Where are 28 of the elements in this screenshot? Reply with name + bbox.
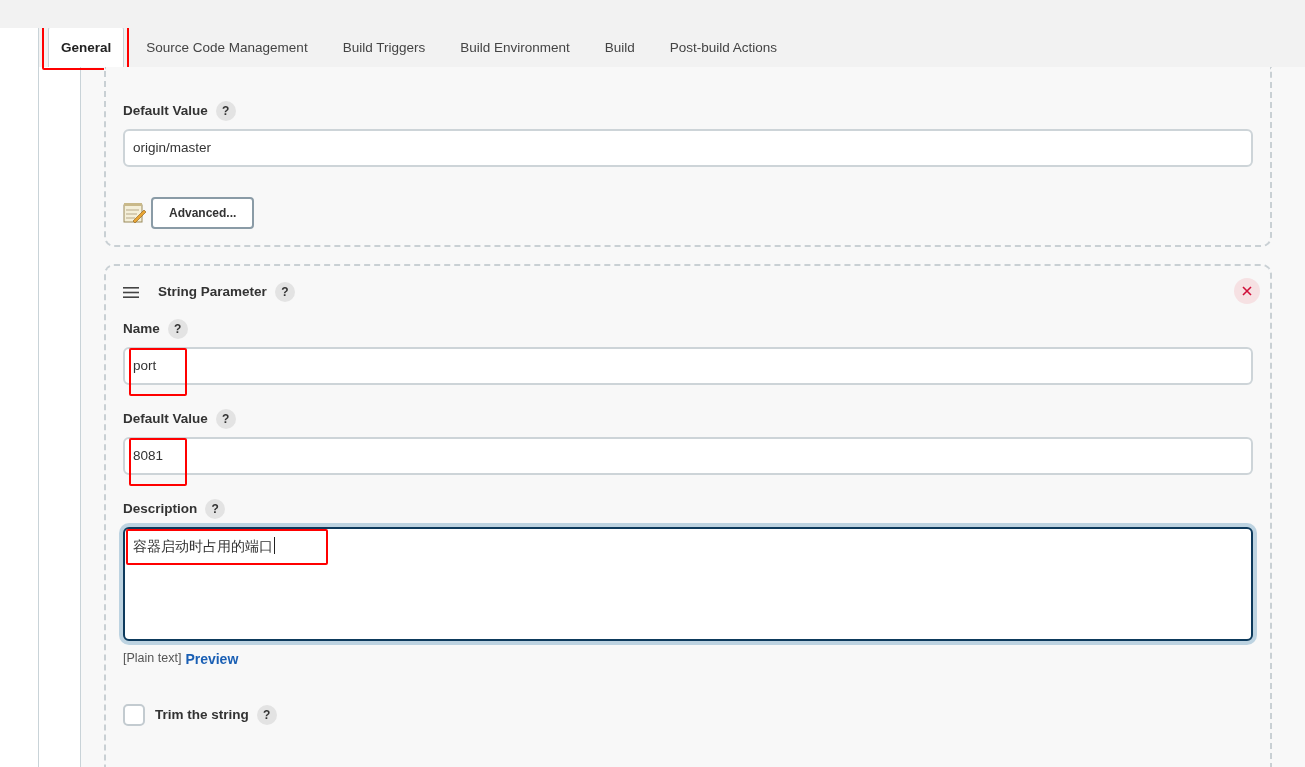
checkbox-label: Trim the string (155, 706, 249, 725)
notepad-pencil-icon (123, 202, 147, 225)
tab[interactable]: Build Environment (447, 28, 583, 67)
checkbox[interactable] (123, 704, 145, 727)
help-icon[interactable]: ? (215, 101, 236, 122)
text-input[interactable]: origin/master (123, 129, 1253, 168)
advanced-button[interactable]: Advanced... (151, 197, 255, 230)
help-icon[interactable]: ? (167, 318, 188, 339)
delete-button[interactable] (1234, 278, 1260, 305)
field-label: Description (123, 500, 198, 518)
field-label: Default Value (123, 409, 208, 428)
help-icon[interactable]: ? (274, 282, 295, 303)
help-icon[interactable]: ? (205, 499, 226, 520)
text-input[interactable]: port (123, 346, 1253, 385)
format-note: [Plain text] (123, 650, 182, 668)
drag-handle-icon[interactable] (123, 286, 139, 298)
field-label: Name (123, 319, 160, 338)
tab[interactable]: Build (591, 28, 648, 67)
help-icon[interactable]: ? (256, 705, 277, 726)
tab[interactable]: Source Code Management (133, 28, 321, 67)
close-icon (1242, 286, 1252, 297)
field-label: Default Value (123, 102, 208, 120)
tab[interactable]: Post-build Actions (656, 28, 791, 67)
tab[interactable]: Build Triggers (329, 28, 439, 67)
help-icon[interactable]: ? (215, 408, 236, 429)
text-input[interactable]: 8081 (123, 437, 1253, 475)
preview-link[interactable]: Preview (185, 649, 239, 671)
section-title: String Parameter (158, 283, 267, 302)
